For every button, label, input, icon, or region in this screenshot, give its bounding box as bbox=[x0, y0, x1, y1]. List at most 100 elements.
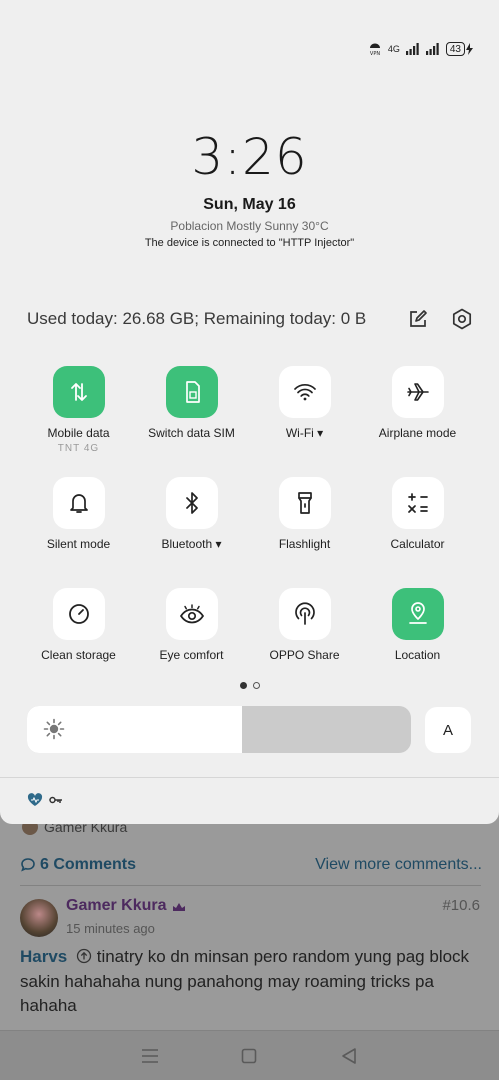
tile-icon-bg bbox=[278, 588, 331, 640]
tile-icon-bg bbox=[52, 366, 105, 418]
tile-label: Silent mode bbox=[46, 537, 111, 551]
edit-icon bbox=[410, 310, 427, 327]
tile-label: Wi-Fi ▾ bbox=[285, 426, 324, 440]
tile-icon-bg bbox=[278, 366, 331, 418]
share-icon bbox=[294, 602, 315, 625]
back-button[interactable] bbox=[329, 1036, 369, 1076]
menu-icon bbox=[141, 1048, 158, 1063]
tile-silent-mode[interactable]: Silent mode bbox=[22, 477, 135, 588]
tile-sublabel: TNT 4G bbox=[57, 443, 100, 454]
tile-label: OPPO Share bbox=[269, 648, 340, 662]
tile-bluetooth[interactable]: Bluetooth ▾ bbox=[135, 477, 248, 588]
tile-label: Location bbox=[394, 648, 441, 662]
comments-header: 6 Comments View more comments... bbox=[20, 856, 482, 874]
panel-actions bbox=[407, 308, 473, 330]
navigation-bar bbox=[0, 1030, 499, 1080]
tile-label: Flashlight bbox=[278, 537, 331, 551]
clean-storage-icon bbox=[68, 604, 89, 624]
back-triangle-icon bbox=[342, 1047, 356, 1064]
date[interactable]: Sun, May 16 bbox=[0, 196, 499, 214]
sun-icon bbox=[43, 718, 65, 740]
signal-icon bbox=[425, 43, 439, 55]
comment-author-name: Gamer Kkura bbox=[66, 897, 167, 914]
page-dot[interactable] bbox=[252, 682, 260, 689]
quick-settings-panel: VPN 4G 43 3:26 Sun, May 16 Poblacion Mos… bbox=[0, 0, 499, 824]
clock[interactable]: 3:26 bbox=[0, 128, 499, 186]
tile-icon-bg bbox=[165, 588, 218, 640]
bluetooth-icon bbox=[185, 492, 198, 514]
avatar[interactable] bbox=[20, 899, 58, 937]
tile-icon-bg bbox=[391, 477, 444, 529]
mention-link[interactable]: Harvs bbox=[20, 947, 67, 966]
tile-icon-bg bbox=[165, 366, 218, 418]
network-type-label: 4G bbox=[387, 44, 400, 54]
tile-label: Bluetooth ▾ bbox=[161, 537, 222, 551]
calculator-icon bbox=[407, 493, 428, 513]
sim-card-icon bbox=[185, 381, 200, 403]
view-more-comments-link[interactable]: View more comments... bbox=[315, 856, 482, 874]
comment-number: #10.6 bbox=[442, 897, 480, 914]
tile-label: Clean storage bbox=[41, 648, 116, 662]
edit-tiles-button[interactable] bbox=[407, 308, 429, 330]
reply-arrow-icon bbox=[76, 948, 92, 964]
comment-header: Gamer Kkura 15 minutes ago #10.6 bbox=[20, 897, 482, 941]
status-bar: VPN 4G 43 bbox=[368, 42, 473, 56]
home-square-icon bbox=[242, 1048, 257, 1063]
comments-count-label: 6 Comments bbox=[40, 856, 137, 873]
page-indicator bbox=[0, 682, 499, 689]
svg-text:VPN: VPN bbox=[370, 51, 380, 56]
key-icon bbox=[49, 796, 62, 804]
tile-airplane-mode[interactable]: Airplane mode bbox=[361, 366, 474, 477]
tile-flashlight[interactable]: Flashlight bbox=[248, 477, 361, 588]
weather-info[interactable]: Poblacion Mostly Sunny 30°C bbox=[0, 219, 499, 233]
badge-icon bbox=[172, 903, 185, 911]
gear-icon bbox=[452, 308, 472, 330]
tile-label: Eye comfort bbox=[159, 648, 224, 662]
tile-icon-bg bbox=[165, 477, 218, 529]
eye-icon bbox=[179, 604, 204, 624]
recent-apps-button[interactable] bbox=[130, 1036, 170, 1076]
injector-heart-icon bbox=[27, 793, 43, 806]
settings-button[interactable] bbox=[451, 308, 473, 330]
tile-icon-bg bbox=[391, 588, 444, 640]
tile-icon-bg bbox=[52, 588, 105, 640]
brightness-slider[interactable] bbox=[27, 706, 411, 753]
tile-label: Airplane mode bbox=[378, 426, 457, 440]
location-icon bbox=[408, 602, 427, 624]
charging-icon bbox=[466, 43, 473, 55]
data-usage-row: Used today: 26.68 GB; Remaining today: 0… bbox=[27, 305, 473, 333]
comment-author[interactable]: Gamer Kkura bbox=[66, 897, 187, 915]
tile-icon-bg bbox=[391, 366, 444, 418]
mobile-data-icon bbox=[70, 383, 87, 401]
bell-icon bbox=[69, 494, 88, 513]
tile-icon-bg bbox=[278, 477, 331, 529]
tile-label: Mobile data bbox=[47, 426, 110, 440]
comment-body: Harvs tinatry ko dn minsan pero random y… bbox=[20, 945, 480, 1019]
auto-brightness-button[interactable]: A bbox=[425, 707, 471, 753]
home-button[interactable] bbox=[229, 1036, 269, 1076]
page-dot-active[interactable] bbox=[239, 682, 247, 689]
quick-tiles-grid: Mobile data TNT 4G Switch data SIM Wi-Fi… bbox=[22, 366, 474, 699]
comment-timestamp: 15 minutes ago bbox=[66, 921, 155, 936]
divider bbox=[20, 885, 481, 886]
battery-level: 43 bbox=[445, 42, 465, 56]
divider bbox=[0, 777, 499, 778]
airplane-icon bbox=[406, 383, 429, 401]
tile-label: Switch data SIM bbox=[148, 426, 235, 440]
flashlight-icon bbox=[297, 492, 312, 514]
tile-label: Calculator bbox=[390, 537, 445, 551]
tile-switch-data-sim[interactable]: Switch data SIM bbox=[135, 366, 248, 477]
tile-mobile-data[interactable]: Mobile data TNT 4G bbox=[22, 366, 135, 477]
comments-count[interactable]: 6 Comments bbox=[20, 856, 136, 874]
tile-wifi[interactable]: Wi-Fi ▾ bbox=[248, 366, 361, 477]
comment-icon bbox=[21, 858, 35, 872]
wifi-icon bbox=[293, 383, 316, 401]
data-usage-text[interactable]: Used today: 26.68 GB; Remaining today: 0… bbox=[27, 309, 366, 329]
notification-icons bbox=[27, 793, 63, 807]
tile-calculator[interactable]: Calculator bbox=[361, 477, 474, 588]
tile-icon-bg bbox=[52, 477, 105, 529]
connection-notice: The device is connected to "HTTP Injecto… bbox=[144, 237, 355, 249]
signal-icon bbox=[405, 43, 419, 55]
vpn-icon: VPN bbox=[370, 43, 380, 56]
battery-indicator: 43 bbox=[445, 42, 473, 56]
